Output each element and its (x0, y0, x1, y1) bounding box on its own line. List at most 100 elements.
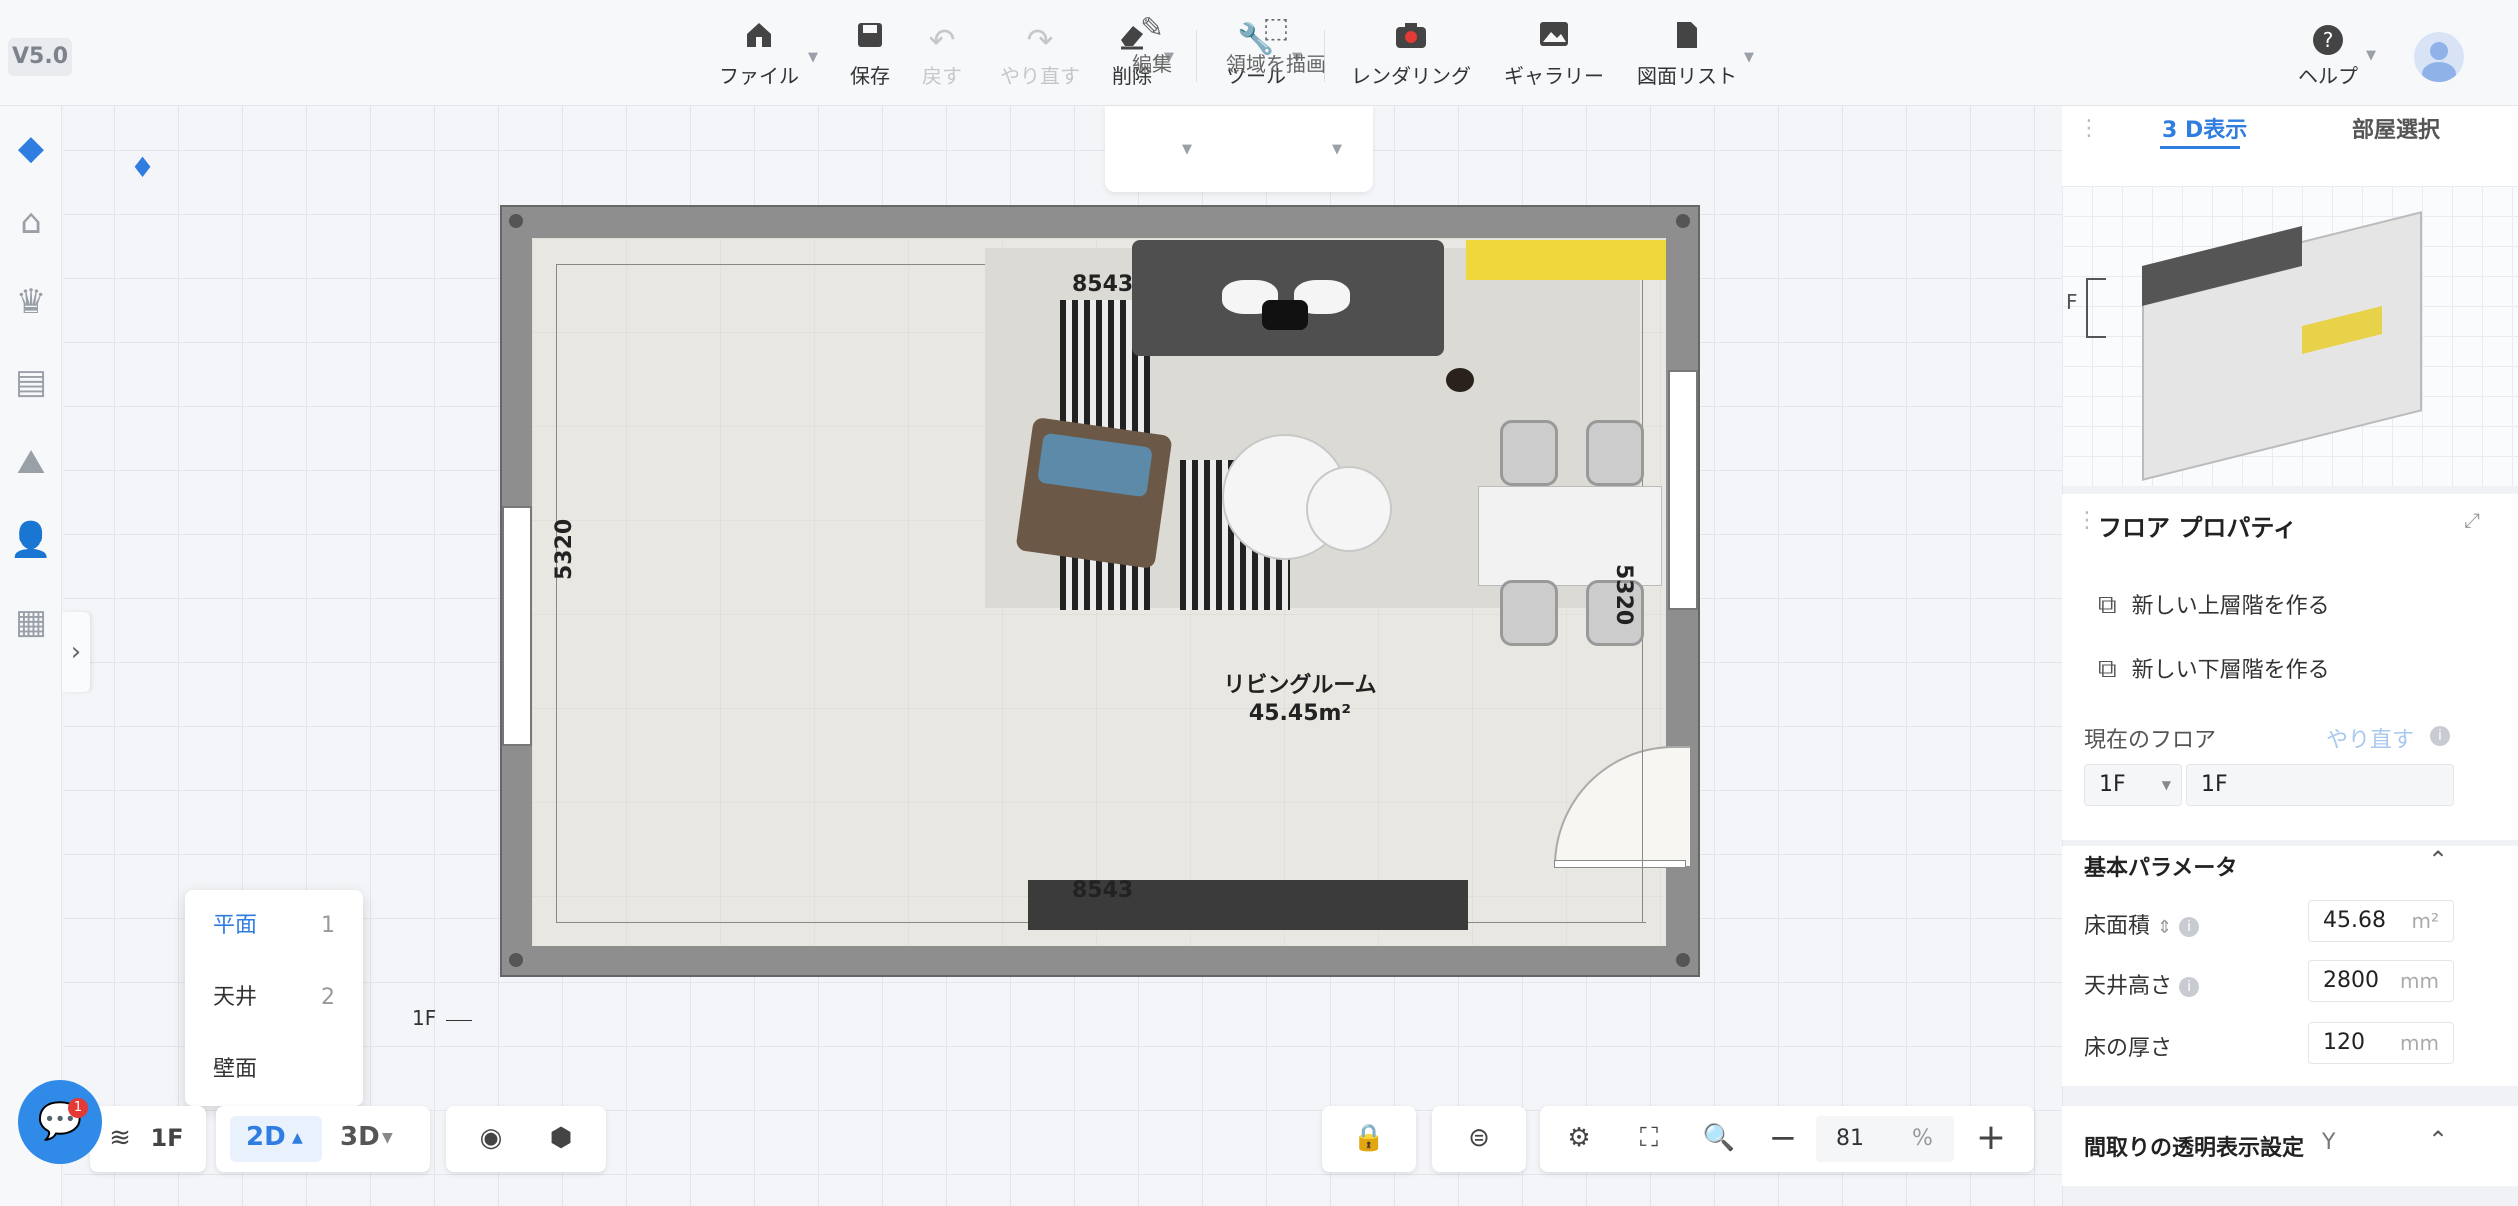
view-3d-caret-icon: ▼ (382, 1130, 393, 1146)
tab-room-select[interactable]: 部屋選択 (2352, 112, 2440, 144)
eye-icon[interactable]: ◉ (466, 1108, 516, 1168)
edit-caret-icon[interactable]: ▼ (1182, 142, 1192, 157)
new-lower-floor-button[interactable]: ⧉ 新しい下層階を作る (2098, 652, 2330, 692)
edit-label: 編集 (1132, 52, 1172, 76)
wall-corner (1676, 214, 1690, 228)
floor-thickness-unit: mm (2400, 1031, 2439, 1055)
floor-area-input[interactable]: 45.68 m² (2308, 900, 2454, 942)
lock-button[interactable]: 🔒 (1322, 1106, 1416, 1172)
zoom-input[interactable]: 81 % (1816, 1116, 1954, 1162)
new-upper-floor-button[interactable]: ⧉ 新しい上層階を作る (2098, 588, 2330, 628)
info-icon: i (2179, 917, 2200, 937)
plus-icon[interactable]: + (1966, 1108, 2016, 1168)
3d-preview[interactable] (2062, 186, 2518, 486)
avatar-icon[interactable] (2414, 32, 2464, 82)
toggle-button[interactable]: ⊜ (1432, 1106, 1526, 1172)
rendering-button[interactable]: レンダリング (1346, 20, 1476, 92)
cabinet-icon[interactable]: ▦ (0, 590, 62, 654)
zoom-value: 81 (1836, 1126, 1864, 1151)
document-icon (1632, 20, 1742, 60)
gallery-button[interactable]: ギャラリー (1500, 20, 1608, 92)
file-caret-icon[interactable]: ▼ (808, 50, 818, 65)
picture-icon (1500, 20, 1608, 60)
drawing-list-caret-icon[interactable]: ▼ (1744, 50, 1754, 65)
view-menu-item-label: 天井 (213, 985, 258, 1010)
floor-area-value: 45.68 (2323, 908, 2386, 933)
ceiling-height-input[interactable]: 2800 mm (2308, 960, 2454, 1002)
floor-selector[interactable]: ≋ 1F (90, 1106, 206, 1172)
collapse-icon[interactable]: ⌃ (2428, 846, 2448, 874)
help-button[interactable]: ? ヘルプ (2290, 20, 2366, 92)
person-icon[interactable]: 👤 (0, 508, 62, 572)
zoom-toolbar: ⚙ ⛶ 🔍 − 81 % + (1540, 1106, 2034, 1172)
view-menu-item-ceiling[interactable]: 天井 2 (185, 962, 363, 1034)
window-right[interactable] (1668, 370, 1698, 610)
floor-thickness-input[interactable]: 120 mm (2308, 1022, 2454, 1064)
view-menu-item-label: 壁面 (213, 1057, 258, 1082)
edit-icon: ✎ (1140, 11, 1164, 44)
room-label[interactable]: リビングルーム 45.45m² (1200, 672, 1400, 728)
redo-button[interactable]: ↷ やり直す (990, 20, 1090, 92)
dimension-label-right: 5320 (1611, 564, 1636, 626)
current-floor-select[interactable]: 1F ▼ (2084, 764, 2182, 806)
current-floor-name-input[interactable]: 1F (2186, 764, 2454, 806)
dining-chair[interactable] (1500, 580, 1558, 646)
undo-button[interactable]: ↶ 戻す (912, 20, 972, 92)
file-button[interactable]: ファイル (714, 20, 804, 92)
fit-view-icon[interactable]: ⛶ (1624, 1108, 1674, 1168)
window-left[interactable] (502, 506, 532, 746)
chevron-down-icon: ▼ (2161, 778, 2171, 792)
floor-selector-label: 1F (150, 1124, 184, 1152)
drag-handle-icon[interactable]: ⋮ (2078, 116, 2100, 141)
compass-icon[interactable]: ♦ (130, 140, 155, 196)
edit-button[interactable]: ✎ 編集 (1124, 8, 1180, 80)
display-options: ◉ ⬢ (446, 1106, 606, 1172)
ceiling-height-label-text: 天井高さ (2084, 974, 2173, 999)
tab-3d-view[interactable]: 3 D表示 (2162, 112, 2247, 144)
dining-chair[interactable] (1586, 420, 1644, 486)
landscape-icon[interactable]: ⛰ (0, 430, 62, 494)
dining-chair[interactable] (1500, 420, 1558, 486)
version-badge: V5.0 (8, 38, 72, 76)
ceiling-height-value: 2800 (2323, 968, 2379, 993)
side-table[interactable] (1306, 466, 1392, 552)
help-caret-icon[interactable]: ▼ (2366, 48, 2376, 63)
draw-area-caret-icon[interactable]: ▼ (1332, 142, 1342, 157)
cube-icon[interactable]: ⬢ (536, 1108, 586, 1168)
drag-handle-icon[interactable]: ⋮ (2076, 508, 2098, 533)
draw-area-button[interactable]: ⬚ 領域を描画 (1220, 8, 1332, 80)
door-panel[interactable] (1554, 860, 1686, 868)
sofa[interactable] (1132, 240, 1444, 356)
expand-icon[interactable]: ⤢ (2464, 508, 2480, 532)
yellow-shelf[interactable] (1466, 240, 1666, 280)
chat-button[interactable]: 💬 (18, 1080, 102, 1164)
view-menu-item-key: 1 (321, 913, 335, 938)
floor-marker-label: 1F (412, 1006, 437, 1030)
sort-icon[interactable]: ⇕ (2157, 917, 2172, 938)
crown-icon[interactable]: ♛ (0, 270, 62, 334)
view-menu-item-plan[interactable]: 平面 1 (185, 890, 363, 962)
sidebar-expand-button[interactable]: › (62, 612, 90, 692)
save-button[interactable]: 保存 (840, 20, 900, 92)
door-icon[interactable]: ▤ (0, 350, 62, 414)
camera-icon (1346, 20, 1476, 60)
view-3d-button[interactable]: 3D ▼ (334, 1116, 414, 1162)
floor-plan-tool-icon[interactable]: ◆ (0, 116, 62, 180)
collapse-icon[interactable]: ⌃ (2428, 1126, 2448, 1154)
minus-icon[interactable]: − (1758, 1108, 1808, 1168)
zoom-icon[interactable]: 🔍 (1694, 1108, 1744, 1168)
view-menu-item-wall[interactable]: 壁面 (185, 1034, 363, 1106)
redo-link[interactable]: やり直す (2326, 722, 2414, 754)
drawing-list-button[interactable]: 図面リスト (1632, 20, 1742, 92)
view-settings-icon[interactable]: ⚙ (1554, 1108, 1604, 1168)
view-2d-button[interactable]: 2D ▲ (230, 1116, 322, 1162)
transparency-value: Y (2322, 1130, 2336, 1155)
redo-icon: ↷ (1026, 21, 1054, 59)
wall-corner (1676, 953, 1690, 967)
layers-icon: ≋ (109, 1123, 131, 1153)
view-2d-caret-icon: ▲ (292, 1130, 303, 1146)
furniture-icon[interactable]: ⌂ (0, 190, 62, 254)
floor-lamp[interactable] (1446, 368, 1474, 392)
undo-icon: ↶ (928, 21, 956, 59)
floor-area-unit: m² (2411, 909, 2440, 933)
